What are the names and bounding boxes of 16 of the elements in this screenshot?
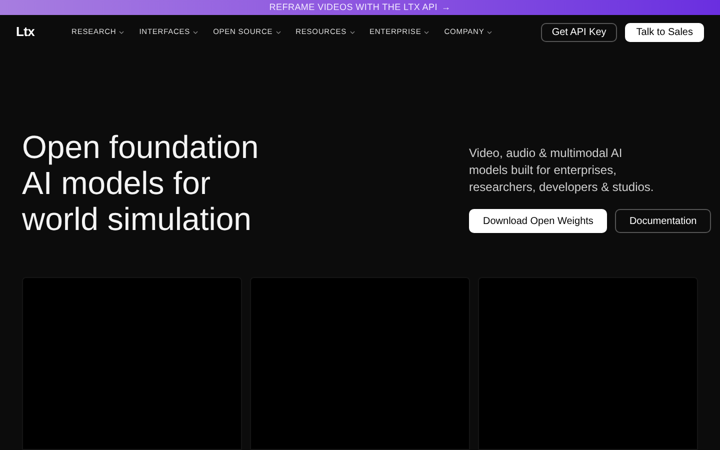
secondary-button[interactable]: Documentation [615, 209, 711, 233]
promo-banner[interactable]: REFRAME VIDEOS WITH THE LTX API → [0, 0, 720, 15]
hero-description: Video, audio & multimodal AI models built for enterprises, researchers, developers & studios. [469, 145, 654, 196]
secondary-button[interactable]: Get API Key [540, 22, 618, 42]
chevron-down-icon [276, 30, 281, 34]
chevron-down-icon [487, 30, 492, 34]
primary-button[interactable]: Talk to Sales [625, 22, 704, 42]
arrow-icon: → [441, 0, 451, 14]
chevron-down-icon [424, 30, 430, 34]
primary-button[interactable]: Download Open Weights [469, 209, 608, 233]
chevron-down-icon [119, 30, 124, 34]
chevron-down-icon [193, 30, 198, 34]
hero-title: Open foundation AI models for world simulation [22, 129, 260, 237]
chevron-down-icon [350, 30, 355, 34]
logo[interactable]: Ltx [16, 22, 35, 42]
banner-text[interactable]: REFRAME VIDEOS WITH THE LTX API [269, 0, 438, 14]
